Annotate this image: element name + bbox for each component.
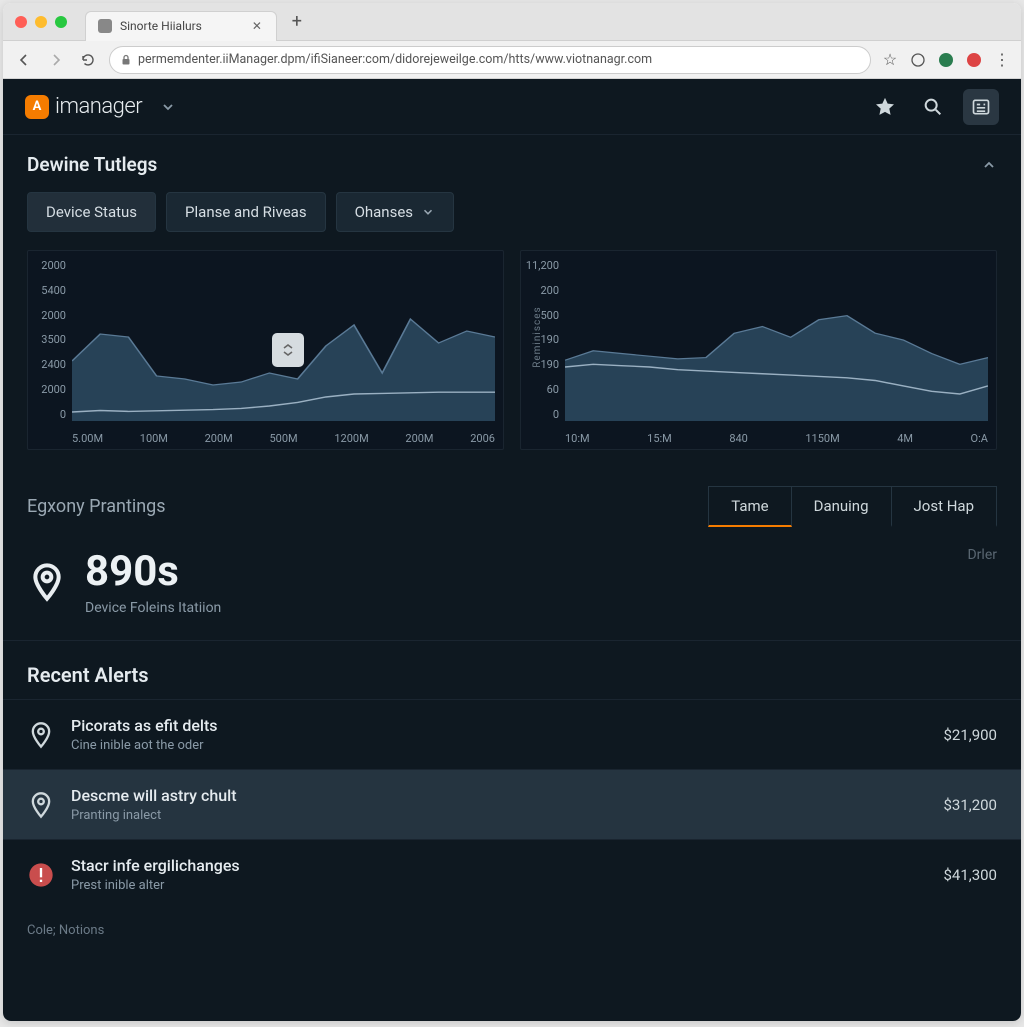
pin-icon [27,791,55,819]
chart-right-xaxis: 10:M15:M8401150M4MO:A [565,432,988,445]
new-tab-button[interactable]: + [283,8,311,36]
alert-title: Descme will astry chult [71,786,927,805]
alert-row[interactable]: Stacr infe ergilichanges Prest inible alt… [3,839,1021,909]
section-collapse[interactable] [981,157,997,173]
chart-right: Reminisces 11,200200500190190600 10:M15:… [520,250,997,450]
chart-left-xaxis: 5.00M100M200M500M1200M200M2006 [72,432,495,445]
alert-amount: $41,300 [943,866,997,884]
extension-1-icon[interactable] [909,51,927,69]
pin-icon [27,562,67,602]
extension-3-icon[interactable] [965,51,983,69]
subsection-title: Egxony Prantings [27,496,166,517]
window-close[interactable] [15,16,27,28]
subsection-tabs: Tame Danuing Jost Hap [708,486,997,527]
browser-window: Sinorte Hiialurs ✕ + permemdenter.iiMana… [3,3,1021,1021]
chart-drag-handle[interactable] [272,333,304,367]
alert-row[interactable]: Descme will astry chult Pranting inalect $… [3,769,1021,839]
address-bar: permemdenter.iiManager.dpm/ifiSianeer:co… [3,41,1021,79]
alert-row[interactable]: Picorats as efit delts Cine inible aot th… [3,699,1021,769]
subtab-jost-hap[interactable]: Jost Hap [892,486,997,527]
nav-forward[interactable] [45,49,67,71]
bookmark-star-icon[interactable]: ☆ [881,51,899,69]
traffic-lights [15,16,67,28]
alerts-title: Recent Alerts [3,641,1021,699]
alert-title: Stacr infe ergilichanges [71,856,927,875]
subsection-header: Egxony Prantings Tame Danuing Jost Hap [3,468,1021,527]
subtab-danuing[interactable]: Danuing [792,486,892,527]
tab-ohanses[interactable]: Ohanses [336,192,454,232]
alert-sub: Prest inible alter [71,878,927,893]
alert-title: Picorats as efit delts [71,716,927,735]
footer-link[interactable]: Cole; Notions [3,909,1021,952]
section-tabs: Device Status Planse and Riveas Ohanses [27,192,997,232]
logo-text: imanager [55,94,142,119]
chevron-down-icon [421,205,435,219]
favorite-icon[interactable] [867,89,903,125]
chart-right-svg [565,259,988,421]
url-text: permemdenter.iiManager.dpm/ifiSianeer:co… [138,52,652,67]
chart-left-body: 5.00M100M200M500M1200M200M2006 [72,251,503,449]
charts-row: 2000540020003500240020000 5.00M100M200M5… [27,250,997,450]
subtab-tame[interactable]: Tame [708,486,791,527]
alerts-list: Picorats as efit delts Cine inible aot th… [3,699,1021,909]
alert-amount: $21,900 [943,726,997,744]
nav-reload[interactable] [77,49,99,71]
tab-device-status[interactable]: Device Status [27,192,156,232]
metric-sub: Device Foleins Itatiion [85,600,221,616]
titlebar: Sinorte Hiialurs ✕ + [3,3,1021,41]
tab-title: Sinorte Hiialurs [120,19,202,33]
metric-right-label: Drler [967,547,997,563]
metric-value: 890s [85,547,221,596]
url-field[interactable]: permemdenter.iiManager.dpm/ifiSianeer:co… [109,46,871,74]
browser-menu-icon[interactable]: ⋮ [993,51,1011,69]
extension-2-icon[interactable] [937,51,955,69]
warning-icon [27,861,55,889]
chart-left: 2000540020003500240020000 5.00M100M200M5… [27,250,504,450]
search-icon[interactable] [915,89,951,125]
news-icon[interactable] [963,89,999,125]
logo-badge: A [25,95,49,119]
nav-back[interactable] [13,49,35,71]
alert-sub: Cine inible aot the oder [71,738,927,753]
charts-section: Dewine Tutlegs Device Status Planse and … [3,135,1021,468]
alert-amount: $31,200 [943,796,997,814]
tab-favicon [98,19,112,33]
tab-plans-riveas[interactable]: Planse and Riveas [166,192,326,232]
extension-icons: ☆ ⋮ [881,51,1011,69]
chart-right-body: 10:M15:M8401150M4MO:A [565,251,996,449]
chart-right-ylabel: Reminisces [532,306,543,367]
app-logo[interactable]: A imanager [25,94,142,119]
brand-dropdown[interactable] [160,99,176,115]
alert-sub: Pranting inalect [71,808,927,823]
browser-tab[interactable]: Sinorte Hiialurs ✕ [85,11,277,41]
window-minimize[interactable] [35,16,47,28]
window-maximize[interactable] [55,16,67,28]
section-title: Dewine Tutlegs [27,153,997,176]
chart-left-yaxis: 2000540020003500240020000 [28,251,72,449]
tab-close[interactable]: ✕ [250,19,264,33]
pin-icon [27,721,55,749]
app-topbar: A imanager [3,79,1021,135]
app-root: A imanager Dewine Tutlegs Device Status … [3,79,1021,1021]
metric-block: 890s Device Foleins Itatiion Drler [3,527,1021,641]
lock-icon [120,54,132,66]
